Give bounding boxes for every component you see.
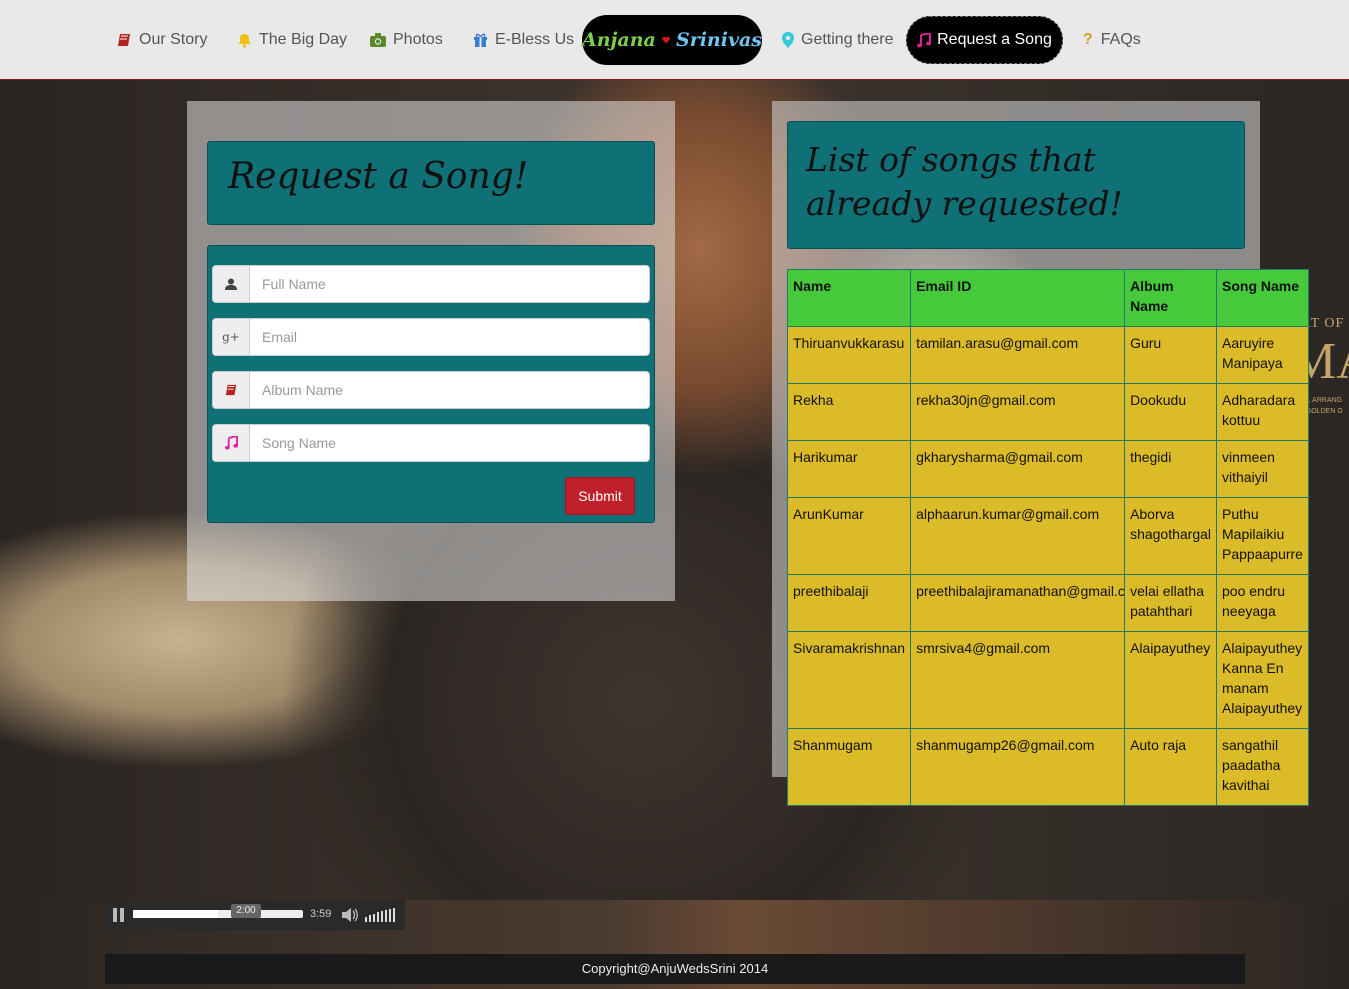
column-header: Album Name: [1124, 269, 1218, 327]
full-name-field[interactable]: [212, 265, 650, 303]
nav-e-bless[interactable]: E-Bless Us: [473, 28, 574, 52]
volume-slider[interactable]: [365, 908, 395, 922]
cell-album: Guru: [1124, 326, 1218, 384]
song-table: Name Email ID Album Name Song Name Thiru…: [786, 269, 1309, 806]
nav-big-day[interactable]: The Big Day: [237, 28, 347, 52]
cell-name: Thiruanvukkarasu: [786, 326, 912, 384]
nav-our-story[interactable]: Our Story: [117, 28, 207, 52]
cell-album: Aborva shagothargal: [1124, 497, 1218, 575]
song-list-title: List of songs that already requested!: [787, 121, 1245, 249]
column-header: Name: [786, 269, 912, 327]
table-header-row: Name Email ID Album Name Song Name: [786, 269, 1309, 327]
music-icon: [213, 425, 250, 461]
request-title: Request a Song!: [207, 141, 655, 225]
cell-song: sangathil paadatha kavithai: [1216, 728, 1309, 806]
column-header: Song Name: [1216, 269, 1309, 327]
table-row: Sivaramakrishnan smrsiva4@gmail.com Alai…: [786, 631, 1309, 729]
book-icon: [213, 372, 250, 408]
nav-label: E-Bless Us: [495, 31, 575, 48]
album-name-field[interactable]: [212, 371, 650, 409]
cell-name: Sivaramakrishnan: [786, 631, 912, 729]
cell-song: poo endru neeyaga: [1216, 574, 1309, 632]
cell-name: Rekha: [786, 383, 912, 441]
cell-email: tamilan.arasu@gmail.com: [910, 326, 1126, 384]
cell-song: Aaruyire Manipaya: [1216, 326, 1309, 384]
table-row: Rekha rekha30jn@gmail.com Dookudu Adhara…: [786, 383, 1309, 441]
book-icon: [118, 34, 130, 46]
cell-email: smrsiva4@gmail.com: [910, 631, 1126, 729]
full-name-input[interactable]: [250, 266, 649, 302]
navbar: Our Story The Big Day Photos E-Bless Us …: [0, 0, 1349, 80]
volume-icon[interactable]: [341, 907, 359, 923]
cell-album: Alaipayuthey: [1124, 631, 1218, 729]
music-icon: [917, 32, 932, 47]
cell-name: Shanmugam: [786, 728, 912, 806]
heart-icon: [662, 36, 670, 44]
time-tooltip: 2:00: [231, 904, 261, 918]
cell-song: Alaipayuthey Kanna En manam Alaipayuthey: [1216, 631, 1309, 729]
audio-player: 2:00 3:59: [105, 900, 405, 930]
duration-label: 3:59: [310, 908, 332, 920]
cell-song: Puthu Mapilaikiu Pappaapurre: [1216, 497, 1309, 575]
song-name-field[interactable]: [212, 424, 650, 462]
nav-faqs[interactable]: ? FAQs: [1083, 28, 1141, 52]
progress-slider[interactable]: 2:00: [133, 904, 303, 918]
column-header: Email ID: [910, 269, 1126, 327]
nav-photos[interactable]: Photos: [370, 28, 443, 52]
nav-label: Request a Song: [937, 31, 1052, 48]
question-icon: ?: [1083, 31, 1093, 48]
cell-name: Harikumar: [786, 440, 912, 498]
user-icon: [213, 266, 250, 302]
cell-album: velai ellatha patahthari: [1124, 574, 1218, 632]
cell-album: Auto raja: [1124, 728, 1218, 806]
cell-album: thegidi: [1124, 440, 1218, 498]
brand-logo[interactable]: Anjana Srinivas: [582, 15, 762, 65]
nav-label: Getting there: [801, 31, 894, 48]
cell-album: Dookudu: [1124, 383, 1218, 441]
brand-name-groom: Srinivas: [675, 29, 762, 51]
cell-email: gkharysharma@gmail.com: [910, 440, 1126, 498]
camera-icon: [370, 33, 386, 47]
map-marker-icon: [782, 32, 794, 48]
cell-email: alphaarun.kumar@gmail.com: [910, 497, 1126, 575]
cell-song: Adharadara kottuu: [1216, 383, 1309, 441]
nav-label: Photos: [393, 31, 443, 48]
table-row: Shanmugam shanmugamp26@gmail.com Auto ra…: [786, 728, 1309, 806]
nav-label: Our Story: [139, 31, 208, 48]
table-row: preethibalaji preethibalajiramanathan@gm…: [786, 574, 1309, 632]
nav-getting-there[interactable]: Getting there: [782, 28, 894, 52]
cell-name: preethibalaji: [786, 574, 912, 632]
album-name-input[interactable]: [250, 372, 649, 408]
google-plus-icon: g+: [213, 319, 250, 355]
brand-name-bride: Anjana: [582, 29, 656, 51]
nav-label: The Big Day: [259, 31, 348, 48]
email-input[interactable]: [250, 319, 649, 355]
email-field[interactable]: g+: [212, 318, 650, 356]
pause-icon[interactable]: [113, 908, 125, 922]
footer: Copyright@AnjuWedsSrini 2014: [105, 954, 1245, 984]
cell-email: rekha30jn@gmail.com: [910, 383, 1126, 441]
cell-email: shanmugamp26@gmail.com: [910, 728, 1126, 806]
cell-email: preethibalajiramanathan@gmail.co: [910, 574, 1126, 632]
song-name-input[interactable]: [250, 425, 649, 461]
submit-button[interactable]: Submit: [565, 477, 635, 515]
table-row: Thiruanvukkarasu tamilan.arasu@gmail.com…: [786, 326, 1309, 384]
table-row: Harikumar gkharysharma@gmail.com thegidi…: [786, 440, 1309, 498]
gift-icon: [474, 33, 487, 47]
table-row: ArunKumar alphaarun.kumar@gmail.com Abor…: [786, 497, 1309, 575]
nav-request-song[interactable]: Request a Song: [906, 16, 1063, 64]
nav-label: FAQs: [1100, 31, 1141, 48]
cell-song: vinmeen vithaiyil: [1216, 440, 1309, 498]
progress-fill: [133, 910, 218, 918]
cell-name: ArunKumar: [786, 497, 912, 575]
bell-icon: [238, 33, 251, 48]
